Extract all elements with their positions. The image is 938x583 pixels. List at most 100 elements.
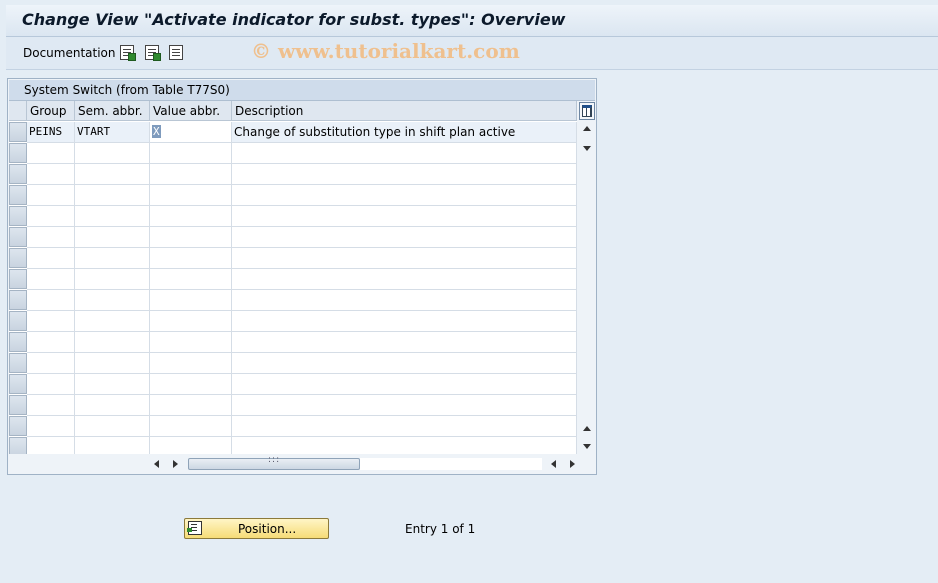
row-selector[interactable] xyxy=(9,185,27,205)
empty-cell xyxy=(150,185,232,206)
row-selector[interactable] xyxy=(9,164,27,184)
select-block-icon[interactable] xyxy=(145,45,161,61)
empty-cell xyxy=(150,143,232,164)
column-header-group[interactable]: Group xyxy=(27,101,75,121)
empty-cell xyxy=(75,374,150,395)
empty-cell xyxy=(75,311,150,332)
select-all-icon[interactable] xyxy=(120,45,136,61)
position-button-label: Position... xyxy=(238,522,297,536)
row-selector[interactable] xyxy=(9,374,27,394)
empty-cell xyxy=(75,395,150,416)
empty-cell xyxy=(232,206,577,227)
empty-cell xyxy=(75,269,150,290)
empty-cell xyxy=(27,290,75,311)
scroll-left-arrow-icon[interactable] xyxy=(154,460,159,468)
empty-cell xyxy=(150,332,232,353)
page-down-arrow-icon[interactable] xyxy=(583,444,591,449)
scroll-far-right-arrow-icon[interactable] xyxy=(570,460,575,468)
empty-cell xyxy=(150,248,232,269)
empty-cell xyxy=(232,332,577,353)
row-selector[interactable] xyxy=(9,290,27,310)
empty-cell xyxy=(232,437,577,454)
empty-cell xyxy=(75,185,150,206)
application-toolbar: Documentation © www.tutorialkart.com xyxy=(6,37,938,70)
cell-sem-abbr: VTART xyxy=(75,122,150,143)
documentation-button[interactable]: Documentation xyxy=(23,46,116,60)
row-selector[interactable] xyxy=(9,332,27,352)
empty-cell xyxy=(232,269,577,290)
empty-cell xyxy=(232,185,577,206)
empty-cell xyxy=(232,290,577,311)
page-up-arrow-icon[interactable] xyxy=(583,426,591,431)
empty-cell xyxy=(150,437,232,454)
empty-cell xyxy=(27,374,75,395)
column-header-sem-abbr[interactable]: Sem. abbr. xyxy=(75,101,150,121)
row-selector[interactable] xyxy=(9,122,27,142)
empty-cell xyxy=(27,227,75,248)
row-selector[interactable] xyxy=(9,395,27,415)
empty-cell xyxy=(150,416,232,437)
horizontal-scrollbar[interactable]: ::: xyxy=(149,455,575,473)
horizontal-scroll-thumb[interactable]: ::: xyxy=(188,455,360,470)
row-selector[interactable] xyxy=(9,353,27,373)
position-icon xyxy=(187,521,202,535)
empty-cell xyxy=(27,437,75,454)
value-abbr-text: X xyxy=(152,125,161,138)
empty-cell xyxy=(150,311,232,332)
empty-cell xyxy=(232,227,577,248)
page-title: Change View "Activate indicator for subs… xyxy=(22,10,566,29)
empty-cell xyxy=(75,248,150,269)
empty-cell xyxy=(27,332,75,353)
row-selector[interactable] xyxy=(9,437,27,454)
empty-cell xyxy=(27,185,75,206)
empty-cell xyxy=(232,353,577,374)
column-configuration-icon[interactable] xyxy=(579,102,595,120)
empty-cell xyxy=(75,353,150,374)
empty-cell xyxy=(75,416,150,437)
table-control-panel: System Switch (from Table T77S0) Group S… xyxy=(7,78,597,475)
empty-cell xyxy=(232,416,577,437)
empty-cell xyxy=(75,227,150,248)
row-selector[interactable] xyxy=(9,206,27,226)
row-selector[interactable] xyxy=(9,143,27,163)
empty-cell xyxy=(150,164,232,185)
column-header-description[interactable]: Description xyxy=(232,101,577,121)
horizontal-scroll-track[interactable] xyxy=(360,458,542,470)
empty-cell xyxy=(150,227,232,248)
panel-header: System Switch (from Table T77S0) xyxy=(9,80,595,101)
row-selector[interactable] xyxy=(9,269,27,289)
vertical-scrollbar[interactable] xyxy=(578,122,596,454)
empty-cell xyxy=(150,269,232,290)
empty-cell xyxy=(75,143,150,164)
empty-cell xyxy=(27,164,75,185)
panel-title: System Switch (from Table T77S0) xyxy=(24,83,230,97)
empty-cell xyxy=(150,374,232,395)
data-table: Group Sem. abbr. Value abbr. Description… xyxy=(9,101,577,454)
empty-cell xyxy=(75,206,150,227)
title-bar: Change View "Activate indicator for subs… xyxy=(6,5,938,37)
empty-cell xyxy=(27,248,75,269)
column-header-value-abbr[interactable]: Value abbr. xyxy=(150,101,232,121)
empty-cell xyxy=(27,143,75,164)
entry-counter: Entry 1 of 1 xyxy=(405,522,476,536)
scroll-far-left-arrow-icon[interactable] xyxy=(551,460,556,468)
empty-cell xyxy=(27,206,75,227)
row-selector[interactable] xyxy=(9,248,27,268)
deselect-all-icon[interactable] xyxy=(169,45,183,60)
row-selector[interactable] xyxy=(9,227,27,247)
empty-cell xyxy=(232,374,577,395)
position-button[interactable]: Position... xyxy=(184,518,329,539)
empty-cell xyxy=(150,353,232,374)
select-all-rows-header[interactable] xyxy=(9,101,27,121)
cell-description: Change of substitution type in shift pla… xyxy=(232,122,577,143)
row-selector[interactable] xyxy=(9,311,27,331)
empty-cell xyxy=(232,395,577,416)
empty-cell xyxy=(75,290,150,311)
cell-value-abbr-input[interactable]: X xyxy=(150,122,232,143)
scroll-right-arrow-icon[interactable] xyxy=(173,460,178,468)
row-selector[interactable] xyxy=(9,416,27,436)
scroll-up-arrow-icon[interactable] xyxy=(583,126,591,131)
empty-cell xyxy=(232,164,577,185)
empty-cell xyxy=(75,332,150,353)
scroll-down-arrow-icon[interactable] xyxy=(583,146,591,151)
